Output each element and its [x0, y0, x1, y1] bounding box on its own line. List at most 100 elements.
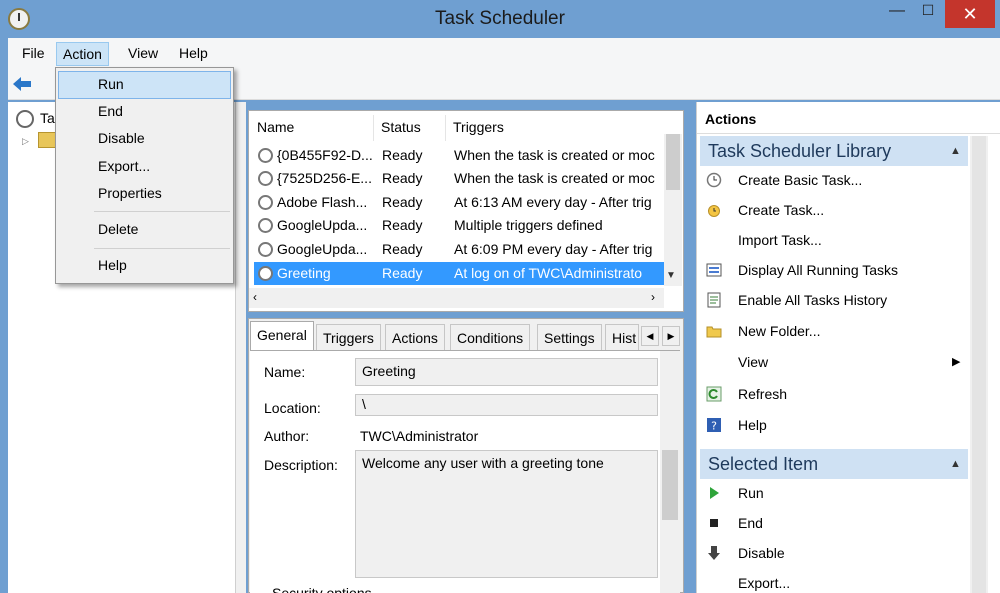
task-clock-icon [258, 171, 273, 186]
tab-triggers[interactable]: Triggers [316, 324, 381, 350]
task-trigger: When the task is created or moc [454, 170, 655, 186]
action-view[interactable]: View ▶ [706, 349, 966, 375]
task-trigger: At 6:09 PM every day - After trig [454, 241, 653, 257]
task-trigger: Multiple triggers defined [454, 217, 603, 233]
task-status: Ready [382, 194, 423, 210]
help-icon: ? [707, 418, 721, 433]
create-task-icon [708, 205, 720, 217]
menu-item-end[interactable]: End [58, 98, 231, 126]
tab-general[interactable]: General [250, 321, 314, 351]
create-basic-task-icon [706, 172, 722, 188]
task-status: Ready [382, 147, 423, 163]
task-trigger: When the task is created or moc [454, 147, 655, 163]
tab-history[interactable]: Hist [605, 324, 639, 350]
location-field[interactable]: \ [355, 394, 658, 416]
actions-pane-header: Actions [697, 104, 1000, 134]
tab-conditions[interactable]: Conditions [450, 324, 531, 350]
maximize-button[interactable]: ☐ [914, 2, 942, 28]
end-icon [710, 519, 718, 527]
table-row[interactable]: {7525D256-E... Ready When the task is cr… [254, 167, 666, 190]
name-label: Name: [264, 364, 306, 380]
task-status: Ready [382, 265, 423, 281]
window-title: Task Scheduler [435, 8, 565, 29]
minimize-button[interactable]: — [883, 2, 911, 28]
menu-item-properties[interactable]: Properties [58, 180, 231, 208]
new-folder-icon [706, 326, 722, 338]
task-name: {7525D256-E... [277, 170, 372, 186]
task-status: Ready [382, 217, 423, 233]
menu-separator [94, 211, 230, 212]
menu-help[interactable]: Help [173, 42, 214, 66]
task-list-horizontal-scrollbar[interactable]: ‹ › [249, 288, 664, 308]
task-clock-icon [258, 218, 273, 233]
section-task-scheduler-library[interactable]: Task Scheduler Library [700, 136, 968, 166]
clock-icon [16, 110, 34, 128]
running-tasks-icon [706, 263, 722, 277]
scroll-left-arrow-icon[interactable]: ‹ [253, 290, 257, 304]
author-value: TWC\Administrator [360, 428, 479, 444]
column-header-triggers[interactable]: Triggers [453, 119, 504, 135]
scrollbar-thumb[interactable] [666, 134, 680, 190]
task-name: GoogleUpda... [277, 217, 368, 233]
tab-settings[interactable]: Settings [537, 324, 602, 350]
task-status: Ready [382, 170, 423, 186]
menu-file[interactable]: File [16, 42, 51, 66]
task-name: GoogleUpda... [277, 241, 368, 257]
close-button[interactable]: ✕ [945, 0, 995, 28]
back-arrow-icon[interactable] [12, 76, 32, 92]
task-clock-icon [258, 148, 273, 163]
description-field[interactable]: Welcome any user with a greeting tone [355, 450, 658, 578]
column-divider[interactable] [445, 115, 446, 141]
menu-item-export[interactable]: Export... [58, 153, 231, 181]
security-options-label: Security options [272, 585, 372, 593]
collapse-arrow-icon[interactable]: ▲ [950, 145, 961, 157]
menu-action[interactable]: Action [56, 42, 109, 66]
tab-scroll-right-icon[interactable]: ▶ [662, 326, 680, 346]
table-row[interactable]: GoogleUpda... Ready Multiple triggers de… [254, 214, 666, 237]
menu-separator [94, 248, 230, 249]
disable-icon [708, 546, 720, 560]
submenu-arrow-icon: ▶ [952, 356, 961, 368]
action-menu-dropdown: Run End Disable Export... Properties Del… [55, 67, 234, 284]
name-field[interactable]: Greeting [355, 358, 658, 386]
pane-splitter[interactable] [236, 102, 246, 593]
task-clock-icon [258, 242, 273, 257]
column-header-name[interactable]: Name [257, 119, 294, 135]
tab-actions[interactable]: Actions [385, 324, 445, 350]
task-trigger: At log on of TWC\Administrato [454, 265, 643, 281]
task-name: Adobe Flash... [277, 194, 368, 210]
table-row-selected[interactable]: Greeting Ready At log on of TWC\Administ… [254, 262, 666, 285]
menu-view[interactable]: View [122, 42, 164, 66]
scroll-right-arrow-icon[interactable]: › [651, 290, 655, 304]
location-label: Location: [264, 400, 321, 416]
task-trigger: At 6:13 AM every day - After trig [454, 194, 652, 210]
description-label: Description: [264, 457, 338, 473]
scrollbar-thumb[interactable] [972, 136, 986, 593]
task-clock-icon [258, 195, 273, 210]
menu-item-disable[interactable]: Disable [58, 125, 231, 153]
menu-item-help[interactable]: Help [58, 252, 231, 280]
task-name: {0B455F92-D... [277, 147, 373, 163]
task-list: Name Status Triggers {0B455F92-D... Read… [248, 110, 684, 312]
column-header-status[interactable]: Status [381, 119, 421, 135]
menu-item-run[interactable]: Run [58, 71, 231, 99]
task-clock-icon [258, 266, 273, 281]
expand-triangle-icon[interactable]: ▷ [22, 136, 29, 147]
scrollbar-thumb[interactable] [662, 450, 678, 520]
tab-scroll-left-icon[interactable]: ◀ [641, 326, 659, 346]
menu-bar: File Action View Help [8, 38, 1000, 68]
column-divider[interactable] [373, 115, 374, 141]
scroll-down-arrow-icon[interactable]: ▼ [666, 270, 676, 281]
table-row[interactable]: Adobe Flash... Ready At 6:13 AM every da… [254, 191, 666, 214]
collapse-arrow-icon[interactable]: ▲ [950, 458, 961, 470]
tasks-history-icon [707, 292, 721, 308]
task-name: Greeting [277, 265, 331, 281]
author-label: Author: [264, 428, 310, 444]
run-icon [710, 487, 719, 499]
table-row[interactable]: {0B455F92-D... Ready When the task is cr… [254, 144, 666, 167]
menu-item-delete[interactable]: Delete [58, 216, 231, 244]
tree-item-root-label[interactable]: Ta [40, 110, 55, 126]
task-status: Ready [382, 241, 423, 257]
table-row[interactable]: GoogleUpda... Ready At 6:09 PM every day… [254, 238, 666, 261]
section-selected-item[interactable]: Selected Item [700, 449, 968, 479]
